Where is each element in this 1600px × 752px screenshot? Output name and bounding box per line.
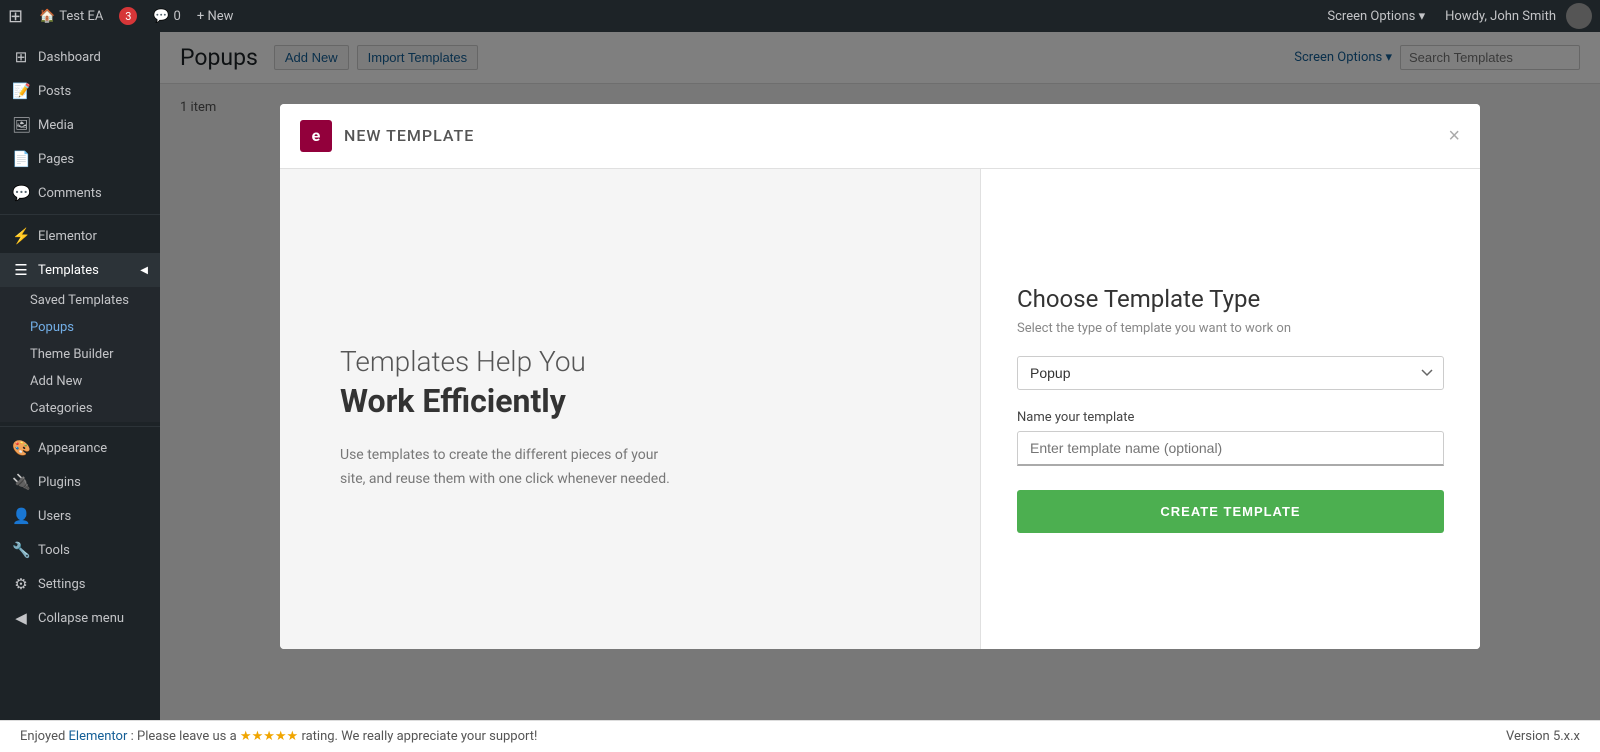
home-icon: 🏠 [39, 9, 55, 24]
sidebar-label-collapse: Collapse menu [38, 611, 124, 626]
sidebar-item-dashboard[interactable]: ⊞ Dashboard [0, 40, 160, 74]
footer-rating: ★★★★★ [240, 729, 298, 744]
sidebar-submenu-templates: Saved Templates Popups Theme Builder Add… [0, 287, 160, 422]
wp-logo-icon[interactable]: ⊞ [8, 6, 23, 27]
sidebar-label-plugins: Plugins [38, 475, 81, 490]
appearance-icon: 🎨 [12, 439, 30, 457]
sidebar-divider-2 [0, 426, 160, 427]
app-body: ⊞ Dashboard 📝 Posts 🖼 Media 📄 Pages 💬 Co… [0, 32, 1600, 720]
users-icon: 👤 [12, 507, 30, 525]
comments-icon: 💬 [153, 9, 169, 24]
plugins-icon: 🔌 [12, 473, 30, 491]
user-avatar [1566, 3, 1592, 29]
admin-bar-right: Screen Options ▾ Howdy, John Smith [1327, 3, 1592, 29]
sidebar-label-posts: Posts [38, 84, 71, 99]
sidebar-label-comments: Comments [38, 186, 102, 201]
posts-icon: 📝 [12, 82, 30, 100]
popups-label: Popups [30, 320, 74, 335]
choose-template-type-description: Select the type of template you want to … [1017, 321, 1444, 336]
footer-version: Version 5.x.x [1506, 729, 1580, 744]
sidebar-label-appearance: Appearance [38, 441, 107, 456]
elementor-modal-icon: e [300, 120, 332, 152]
sidebar-label-tools: Tools [38, 543, 70, 558]
add-new-label: Add New [30, 374, 82, 389]
choose-template-type-heading: Choose Template Type [1017, 285, 1444, 313]
sidebar-sub-item-popups[interactable]: Popups [0, 314, 160, 341]
modal-overlay[interactable]: e NEW TEMPLATE × Templates Help You Work… [160, 32, 1600, 720]
sidebar-item-elementor[interactable]: ⚡ Elementor [0, 219, 160, 253]
sidebar-item-plugins[interactable]: 🔌 Plugins [0, 465, 160, 499]
saved-templates-label: Saved Templates [30, 293, 129, 308]
footer-elementor-link[interactable]: Elementor [69, 729, 128, 744]
comments-count: 0 [174, 9, 181, 24]
sidebar-item-tools[interactable]: 🔧 Tools [0, 533, 160, 567]
sidebar-label-elementor: Elementor [38, 229, 97, 244]
template-name-input[interactable] [1017, 431, 1444, 466]
sidebar-label-dashboard: Dashboard [38, 50, 101, 65]
admin-bar-comments[interactable]: 💬 0 [145, 0, 189, 32]
user-greeting: Howdy, John Smith [1445, 9, 1556, 24]
sidebar-sub-item-add-new[interactable]: Add New [0, 368, 160, 395]
sidebar-label-pages: Pages [38, 152, 74, 167]
sidebar-label-settings: Settings [38, 577, 85, 592]
sidebar-item-collapse[interactable]: ◀ Collapse menu [0, 601, 160, 635]
footer-text: Enjoyed Elementor : Please leave us a ★★… [20, 729, 537, 744]
modal-left-heading: Templates Help You [340, 345, 920, 378]
footer-enjoyed: Enjoyed [20, 729, 69, 744]
sidebar-item-templates[interactable]: ☰ Templates ◀ [0, 253, 160, 287]
settings-icon: ⚙ [12, 575, 30, 593]
theme-builder-label: Theme Builder [30, 347, 114, 362]
media-icon: 🖼 [12, 116, 30, 134]
sidebar-label-media: Media [38, 118, 74, 133]
sidebar-item-appearance[interactable]: 🎨 Appearance [0, 431, 160, 465]
new-template-modal: e NEW TEMPLATE × Templates Help You Work… [280, 104, 1480, 649]
modal-right-panel: Choose Template Type Select the type of … [980, 169, 1480, 649]
collapse-icon: ◀ [12, 609, 30, 627]
modal-title: NEW TEMPLATE [344, 126, 474, 145]
admin-bar: ⊞ 🏠 Test EA 3 💬 0 + New Screen Options ▾… [0, 0, 1600, 32]
modal-left-panel: Templates Help You Work Efficiently Use … [280, 169, 980, 649]
sidebar-item-pages[interactable]: 📄 Pages [0, 142, 160, 176]
templates-arrow-icon: ◀ [140, 265, 148, 276]
elementor-icon: ⚡ [12, 227, 30, 245]
screen-options-label[interactable]: Screen Options ▾ [1327, 9, 1425, 24]
admin-bar-updates[interactable]: 3 [111, 0, 145, 32]
tools-icon: 🔧 [12, 541, 30, 559]
template-type-select[interactable]: Popup Page Section Header Footer [1017, 356, 1444, 390]
modal-left-description: Use templates to create the different pi… [340, 444, 680, 492]
new-label: + New [197, 9, 234, 24]
pages-icon: 📄 [12, 150, 30, 168]
template-name-label: Name your template [1017, 410, 1444, 425]
main-content: Popups Add New Import Templates Screen O… [160, 32, 1600, 720]
admin-bar-site[interactable]: 🏠 Test EA [31, 0, 111, 32]
elementor-icon-letter: e [312, 126, 321, 145]
modal-header: e NEW TEMPLATE × [280, 104, 1480, 169]
sidebar-item-settings[interactable]: ⚙ Settings [0, 567, 160, 601]
sidebar-sub-item-categories[interactable]: Categories [0, 395, 160, 422]
modal-left-heading-bold: Work Efficiently [340, 382, 920, 420]
comments-sidebar-icon: 💬 [12, 184, 30, 202]
modal-close-button[interactable]: × [1448, 126, 1460, 146]
sidebar-divider-1 [0, 214, 160, 215]
footer-after-link: : Please leave us a [131, 729, 240, 744]
admin-bar-new[interactable]: + New [189, 0, 242, 32]
templates-icon: ☰ [12, 261, 30, 279]
sidebar-sub-item-saved-templates[interactable]: Saved Templates [0, 287, 160, 314]
sidebar: ⊞ Dashboard 📝 Posts 🖼 Media 📄 Pages 💬 Co… [0, 32, 160, 720]
sidebar-label-templates: Templates [38, 263, 99, 278]
categories-label: Categories [30, 401, 93, 416]
sidebar-item-media[interactable]: 🖼 Media [0, 108, 160, 142]
sidebar-item-comments[interactable]: 💬 Comments [0, 176, 160, 210]
sidebar-item-posts[interactable]: 📝 Posts [0, 74, 160, 108]
footer-after-rating: rating. We really appreciate your suppor… [301, 729, 537, 744]
modal-body: Templates Help You Work Efficiently Use … [280, 169, 1480, 649]
dashboard-icon: ⊞ [12, 48, 30, 66]
sidebar-label-users: Users [38, 509, 71, 524]
updates-count: 3 [119, 7, 137, 25]
footer-bar: Enjoyed Elementor : Please leave us a ★★… [0, 720, 1600, 752]
sidebar-sub-item-theme-builder[interactable]: Theme Builder [0, 341, 160, 368]
site-name: Test EA [59, 9, 103, 24]
sidebar-item-users[interactable]: 👤 Users [0, 499, 160, 533]
create-template-button[interactable]: CREATE TEMPLATE [1017, 490, 1444, 533]
